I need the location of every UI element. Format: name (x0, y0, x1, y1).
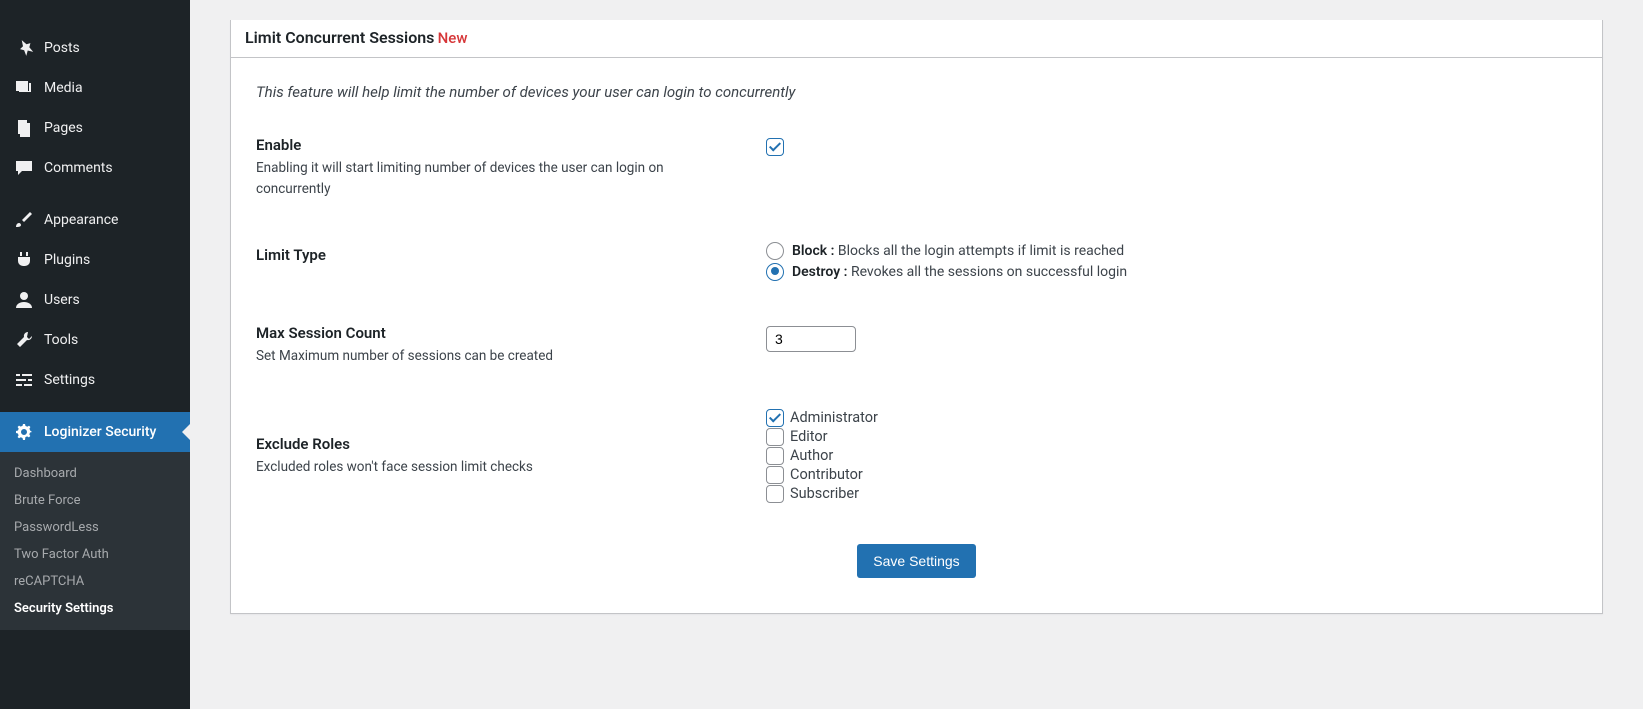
radio-block-input[interactable] (766, 242, 784, 260)
pin-icon (14, 38, 34, 58)
submenu-dashboard[interactable]: Dashboard (0, 460, 190, 487)
sidebar-item-pages[interactable]: Pages (0, 108, 190, 148)
radio-block[interactable]: Block : Blocks all the login attempts if… (766, 242, 1577, 260)
sidebar-item-label: Tools (44, 332, 78, 348)
sidebar-item-label: Media (44, 80, 83, 96)
sidebar-item-plugins[interactable]: Plugins (0, 240, 190, 280)
sidebar-item-label: Loginizer Security (44, 424, 156, 440)
sidebar-item-tools[interactable]: Tools (0, 320, 190, 360)
submenu-passwordless[interactable]: PasswordLess (0, 514, 190, 541)
sidebar-item-settings[interactable]: Settings (0, 360, 190, 400)
pages-icon (14, 118, 34, 138)
panel-new-tag: New (438, 29, 468, 47)
role-administrator-checkbox[interactable] (766, 409, 784, 427)
max-count-desc: Set Maximum number of sessions can be cr… (256, 346, 736, 367)
submenu-security-settings[interactable]: Security Settings (0, 595, 190, 622)
comment-icon (14, 158, 34, 178)
max-count-label: Max Session Count (256, 324, 736, 342)
role-author[interactable]: Author (766, 447, 1577, 465)
panel-body: This feature will help limit the number … (231, 58, 1602, 613)
brush-icon (14, 210, 34, 230)
panel-title: Limit Concurrent Sessions (245, 28, 434, 47)
save-settings-button[interactable]: Save Settings (857, 544, 975, 578)
enable-desc: Enabling it will start limiting number o… (256, 158, 736, 200)
sidebar-item-loginizer[interactable]: Loginizer Security (0, 412, 190, 452)
sidebar-item-posts[interactable]: Posts (0, 28, 190, 68)
admin-sidebar: Posts Media Pages Comments Appearance Pl… (0, 0, 190, 709)
panel-description: This feature will help limit the number … (256, 83, 1577, 101)
plug-icon (14, 250, 34, 270)
gear-icon (14, 422, 34, 442)
submenu-recaptcha[interactable]: reCAPTCHA (0, 568, 190, 595)
sidebar-item-label: Comments (44, 160, 113, 176)
sidebar-item-label: Appearance (44, 212, 118, 228)
submenu-twofactor[interactable]: Two Factor Auth (0, 541, 190, 568)
sidebar-item-label: Plugins (44, 252, 90, 268)
role-contributor[interactable]: Contributor (766, 466, 1577, 484)
sliders-icon (14, 370, 34, 390)
role-administrator[interactable]: Administrator (766, 409, 1577, 427)
sidebar-item-users[interactable]: Users (0, 280, 190, 320)
main-content: Limit Concurrent Sessions New This featu… (190, 0, 1643, 709)
max-count-input[interactable] (766, 326, 856, 352)
row-limit-type: Limit Type Block : Blocks all the login … (256, 240, 1577, 284)
row-exclude-roles: Exclude Roles Excluded roles won't face … (256, 407, 1577, 504)
role-subscriber-checkbox[interactable] (766, 485, 784, 503)
row-max-count: Max Session Count Set Maximum number of … (256, 324, 1577, 367)
enable-label: Enable (256, 136, 736, 154)
sidebar-item-media[interactable]: Media (0, 68, 190, 108)
sidebar-item-label: Pages (44, 120, 83, 136)
sidebar-item-label: Users (44, 292, 80, 308)
role-editor-checkbox[interactable] (766, 428, 784, 446)
user-icon (14, 290, 34, 310)
media-icon (14, 78, 34, 98)
save-wrap: Save Settings (256, 544, 1577, 578)
enable-checkbox[interactable] (766, 138, 784, 156)
sidebar-submenu: Dashboard Brute Force PasswordLess Two F… (0, 452, 190, 630)
sidebar-item-comments[interactable]: Comments (0, 148, 190, 188)
sidebar-item-label: Posts (44, 40, 80, 56)
wrench-icon (14, 330, 34, 350)
exclude-roles-label: Exclude Roles (256, 435, 736, 453)
settings-panel: Limit Concurrent Sessions New This featu… (230, 20, 1603, 614)
radio-destroy-input[interactable] (766, 263, 784, 281)
panel-header: Limit Concurrent Sessions New (231, 20, 1602, 58)
role-author-checkbox[interactable] (766, 447, 784, 465)
limit-type-label: Limit Type (256, 246, 736, 264)
sidebar-item-label: Settings (44, 372, 95, 388)
sidebar-item-appearance[interactable]: Appearance (0, 200, 190, 240)
role-contributor-checkbox[interactable] (766, 466, 784, 484)
radio-destroy[interactable]: Destroy : Revokes all the sessions on su… (766, 263, 1577, 281)
submenu-bruteforce[interactable]: Brute Force (0, 487, 190, 514)
exclude-roles-desc: Excluded roles won't face session limit … (256, 457, 736, 478)
role-editor[interactable]: Editor (766, 428, 1577, 446)
row-enable: Enable Enabling it will start limiting n… (256, 136, 1577, 200)
role-subscriber[interactable]: Subscriber (766, 485, 1577, 503)
